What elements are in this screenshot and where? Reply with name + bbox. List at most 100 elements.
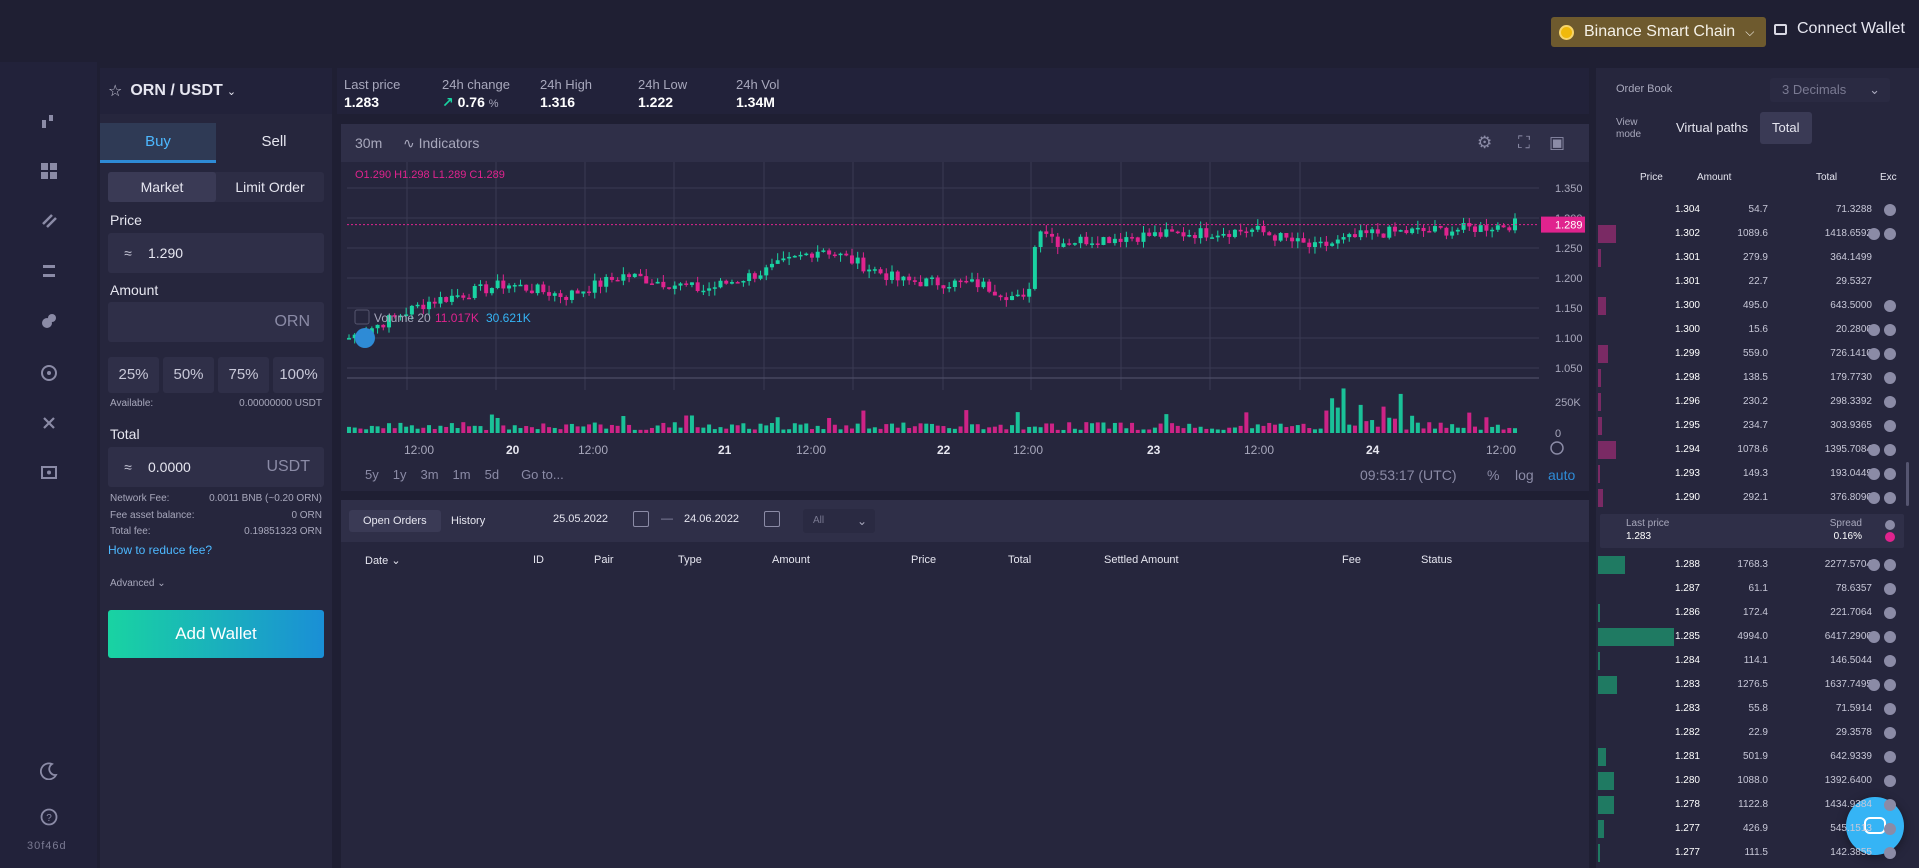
tab-virtual-paths[interactable]: Virtual paths — [1664, 112, 1760, 144]
calendar-icon[interactable] — [633, 511, 649, 527]
range-1m[interactable]: 1m — [453, 467, 471, 482]
price-field[interactable]: ≈ 1.290 — [108, 233, 324, 273]
date-from[interactable]: 25.05.2022 — [553, 513, 608, 525]
ask-row[interactable]: 1.298 138.5 179.7730 — [1596, 368, 1896, 388]
fullscreen-icon[interactable]: ⛶ — [1518, 133, 1530, 153]
pair-selector[interactable]: ☆ ORN / USDT ⌄ — [100, 68, 332, 114]
volume-bar — [1438, 422, 1443, 433]
exchange-icon — [1884, 300, 1896, 312]
bid-row[interactable]: 1.278 1122.8 1434.9384 — [1596, 795, 1896, 815]
order-book-scrollbar[interactable] — [1906, 462, 1909, 506]
timeframe-button[interactable]: 30m — [355, 135, 382, 151]
range-5d[interactable]: 5d — [485, 467, 499, 482]
ask-row[interactable]: 1.302 1089.6 1418.6592 — [1596, 224, 1896, 244]
list-icon[interactable] — [40, 262, 58, 280]
candle-body — [787, 256, 792, 259]
pct-100-button[interactable]: 100% — [273, 357, 324, 393]
ob-col-total: Total — [1816, 172, 1838, 183]
pct-50-button[interactable]: 50% — [163, 357, 214, 393]
bid-row[interactable]: 1.282 22.9 29.3578 — [1596, 723, 1896, 743]
ask-row[interactable]: 1.295 234.7 303.9365 — [1596, 416, 1896, 436]
bid-row[interactable]: 1.286 172.4 221.7064 — [1596, 603, 1896, 623]
range-3m[interactable]: 3m — [420, 467, 438, 482]
tab-open-orders[interactable]: Open Orders — [349, 510, 441, 532]
settings-icon[interactable]: ⚙ — [1477, 133, 1492, 153]
indicators-button[interactable]: ∿ Indicators — [403, 135, 479, 152]
bid-row[interactable]: 1.285 4994.0 6417.2900 — [1596, 627, 1896, 647]
swap-icon[interactable] — [40, 212, 58, 230]
calendar-icon[interactable] — [764, 511, 780, 527]
orders-filter-select[interactable]: All ⌄ — [803, 509, 875, 533]
candle-body — [958, 280, 963, 283]
tab-buy[interactable]: Buy — [100, 123, 216, 163]
volume-bar — [1021, 429, 1026, 433]
reduce-fee-link[interactable]: How to reduce fee? — [108, 543, 212, 557]
chain-selector[interactable]: Binance Smart Chain ⌵ — [1551, 17, 1766, 47]
pool-icon[interactable] — [40, 312, 58, 330]
connect-wallet-button[interactable]: Connect Wallet — [1774, 20, 1905, 38]
tab-market[interactable]: Market — [108, 172, 216, 202]
ask-row[interactable]: 1.294 1078.6 1395.7084 — [1596, 440, 1896, 460]
ask-row[interactable]: 1.304 54.7 71.3288 — [1596, 200, 1896, 220]
candle-body — [1044, 231, 1049, 234]
bid-row[interactable]: 1.280 1088.0 1392.6400 — [1596, 771, 1896, 791]
help-icon[interactable]: ? — [40, 808, 58, 826]
screen-icon[interactable] — [40, 464, 58, 482]
pct-25-button[interactable]: 25% — [108, 357, 159, 393]
bid-row[interactable]: 1.288 1768.3 2277.5704 — [1596, 555, 1896, 575]
ask-row[interactable]: 1.296 230.2 298.3392 — [1596, 392, 1896, 412]
camera-icon[interactable]: ▣ — [1549, 133, 1565, 153]
pair-base: ORN — [130, 82, 166, 99]
theme-moon-icon[interactable] — [39, 762, 58, 781]
bid-row[interactable]: 1.284 114.1 146.5044 — [1596, 651, 1896, 671]
dashboard-icon[interactable] — [40, 162, 58, 180]
add-wallet-button[interactable]: Add Wallet — [108, 610, 324, 658]
tab-sell[interactable]: Sell — [216, 123, 332, 163]
pct-75-button[interactable]: 75% — [218, 357, 269, 393]
amount-field[interactable]: ORN — [108, 302, 324, 342]
ask-row[interactable]: 1.299 559.0 726.1410 — [1596, 344, 1896, 364]
candle-body — [1181, 232, 1186, 237]
tab-total[interactable]: Total — [1760, 112, 1812, 144]
advanced-toggle[interactable]: Advanced ⌄ — [110, 578, 166, 589]
tab-limit-order[interactable]: Limit Order — [216, 172, 324, 202]
candlestick-chart[interactable]: 1.3501.3001.2501.2001.1501.1001.050O1.29… — [341, 162, 1589, 491]
bid-row[interactable]: 1.283 1276.5 1637.7495 — [1596, 675, 1896, 695]
candle-body — [935, 277, 940, 286]
ask-row[interactable]: 1.300 495.0 643.5000 — [1596, 296, 1896, 316]
bid-row[interactable]: 1.287 61.1 78.6357 — [1596, 579, 1896, 599]
bid-row[interactable]: 1.277 111.5 142.3855 — [1596, 843, 1896, 863]
decimals-select[interactable]: 3 Decimals ⌄ — [1770, 78, 1890, 102]
direction-toggle-icon[interactable] — [1884, 519, 1896, 543]
ask-row[interactable]: 1.301 279.9 364.1499 — [1596, 248, 1896, 268]
bid-row[interactable]: 1.277 426.9 545.1513 — [1596, 819, 1896, 839]
bid-row[interactable]: 1.281 501.9 642.9339 — [1596, 747, 1896, 767]
col-price: Price — [911, 554, 937, 566]
bid-row[interactable]: 1.283 55.8 71.5914 — [1596, 699, 1896, 719]
volume-bar — [924, 423, 929, 433]
range-1y[interactable]: 1y — [393, 467, 407, 482]
candle-body — [792, 255, 797, 258]
star-icon[interactable]: ☆ — [108, 81, 122, 101]
chart-icon[interactable] — [40, 112, 58, 130]
candle-body — [798, 254, 803, 257]
close-icon[interactable] — [40, 414, 58, 432]
range-5y[interactable]: 5y — [365, 467, 379, 482]
volume-bar — [741, 423, 746, 433]
auto-scale-toggle[interactable]: auto — [1548, 467, 1575, 483]
col-date[interactable]: Date ⌄ — [365, 554, 401, 567]
target-icon[interactable] — [40, 364, 58, 382]
percent-scale-toggle[interactable]: % — [1487, 467, 1499, 483]
goto-button[interactable]: Go to... — [521, 467, 564, 482]
ask-row[interactable]: 1.290 292.1 376.8090 — [1596, 488, 1896, 508]
ask-row[interactable]: 1.293 149.3 193.0449 — [1596, 464, 1896, 484]
orders-panel — [341, 500, 1589, 868]
price-label: Price — [110, 212, 142, 228]
ask-row[interactable]: 1.301 22.7 29.5327 — [1596, 272, 1896, 292]
log-scale-toggle[interactable]: log — [1515, 467, 1534, 483]
tab-history[interactable]: History — [437, 510, 499, 532]
total-field[interactable]: ≈ 0.0000 USDT — [108, 447, 324, 487]
date-to[interactable]: 24.06.2022 — [684, 513, 739, 525]
exchange-icon — [1868, 468, 1880, 480]
ask-row[interactable]: 1.300 15.6 20.2800 — [1596, 320, 1896, 340]
